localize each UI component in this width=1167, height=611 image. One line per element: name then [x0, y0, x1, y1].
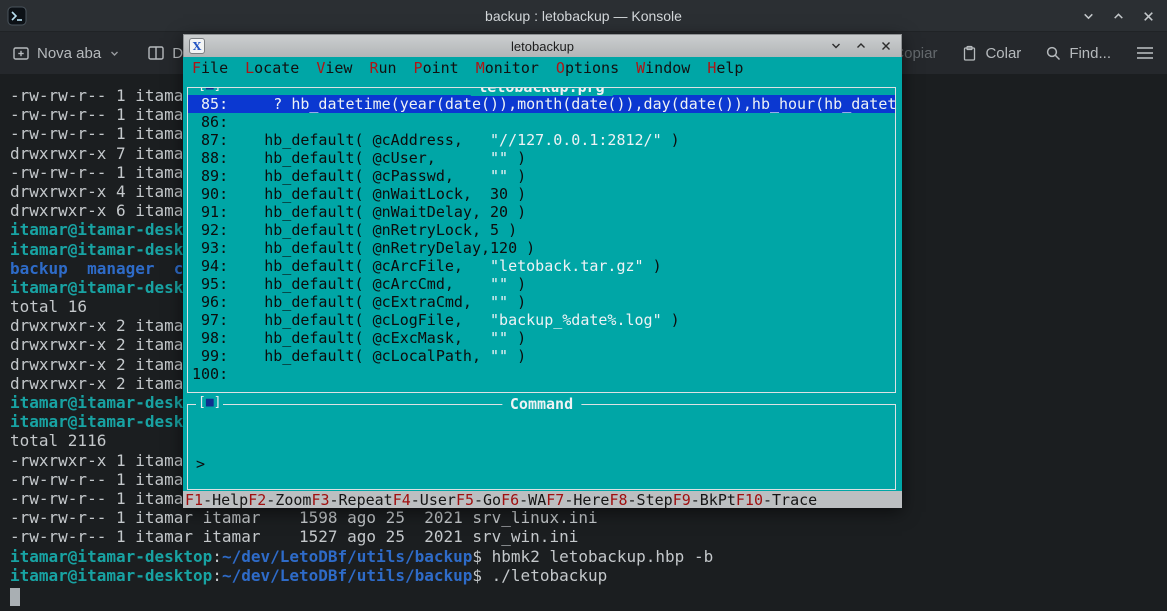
chevron-down-icon: [110, 49, 119, 58]
debugger-minimize-icon[interactable]: [830, 40, 842, 52]
source-line[interactable]: 92: hb_default( @nRetryLock, 5 ): [188, 221, 895, 239]
paste-label: Colar: [985, 45, 1021, 62]
source-line[interactable]: 90: hb_default( @nWaitLock, 30 ): [188, 185, 895, 203]
konsole-titlebar[interactable]: backup : letobackup — Konsole: [0, 0, 1167, 32]
source-line[interactable]: 100:: [188, 365, 895, 383]
debugger-window-title: letobackup: [184, 39, 901, 54]
debugger-client-area: [■] letobackup.prg 85: ? hb_datetime(yea…: [183, 79, 902, 491]
window-title: backup : letobackup — Konsole: [0, 0, 1167, 32]
fkey-f1[interactable]: F1-Help: [185, 491, 248, 508]
split-view-icon: [147, 44, 165, 62]
terminal-line: -rw-rw-r-- 1 itamar itamar 1598 ago 25 2…: [10, 508, 713, 527]
terminal-line: -rw-rw-r-- 1 itamar itamar 1527 ago 25 2…: [10, 527, 713, 546]
fkey-f8[interactable]: F8-Step: [609, 491, 672, 508]
source-line[interactable]: 95: hb_default( @cArcCmd, "" ): [188, 275, 895, 293]
source-code: 85: ? hb_datetime(year(date()),month(dat…: [188, 95, 895, 383]
new-tab-icon: [12, 44, 30, 62]
fkey-f7[interactable]: F7-Here: [546, 491, 609, 508]
menu-monitor[interactable]: Monitor: [476, 59, 539, 77]
source-line[interactable]: 91: hb_default( @nWaitDelay, 20 ): [188, 203, 895, 221]
source-line[interactable]: 88: hb_default( @cUser, "" ): [188, 149, 895, 167]
menu-view[interactable]: View: [316, 59, 352, 77]
terminal-cursor: [10, 588, 20, 606]
source-line[interactable]: 93: hb_default( @nRetryDelay,120 ): [188, 239, 895, 257]
menu-help[interactable]: Help: [707, 59, 743, 77]
source-line[interactable]: 97: hb_default( @cLogFile, "backup_%date…: [188, 311, 895, 329]
fkey-f2[interactable]: F2-Zoom: [248, 491, 311, 508]
paste-button[interactable]: Colar: [961, 45, 1021, 62]
menu-point[interactable]: Point: [414, 59, 459, 77]
menu-run[interactable]: Run: [369, 59, 396, 77]
paste-icon: [961, 45, 978, 62]
menu-options[interactable]: Options: [556, 59, 619, 77]
maximize-icon[interactable]: [1112, 10, 1125, 23]
source-window-title: letobackup.prg: [470, 87, 612, 96]
source-window: [■] letobackup.prg 85: ? hb_datetime(yea…: [187, 87, 896, 393]
command-window-title: Command: [502, 395, 581, 413]
source-line[interactable]: 96: hb_default( @cExtraCmd, "" ): [188, 293, 895, 311]
debugger-menubar: File Locate View Run Point Monitor Options Wind…: [183, 57, 902, 79]
menu-locate[interactable]: Locate: [245, 59, 299, 77]
command-close-widget[interactable]: [■]: [196, 396, 223, 410]
source-line[interactable]: 86:: [188, 113, 895, 131]
menu-window[interactable]: Window: [636, 59, 690, 77]
fkey-f6[interactable]: F6-WA: [501, 491, 546, 508]
command-window: [■] Command >: [187, 404, 896, 490]
source-close-widget[interactable]: [■]: [196, 87, 223, 93]
fkey-f3[interactable]: F3-Repeat: [311, 491, 392, 508]
debugger-close-icon[interactable]: [880, 40, 892, 52]
konsole-window: backup : letobackup — Konsole Nova aba: [0, 0, 1167, 611]
minimize-icon[interactable]: [1082, 10, 1095, 23]
terminal-line: itamar@itamar-desktop:~/dev/LetoDBf/util…: [10, 547, 713, 566]
find-label: Find...: [1069, 45, 1111, 62]
source-line[interactable]: 99: hb_default( @cLocalPath, "" ): [188, 347, 895, 365]
debugger-titlebar[interactable]: X letobackup: [183, 34, 902, 57]
function-key-bar: F1-Help F2-Zoom F3-Repeat F4-User F5-Go …: [183, 491, 902, 508]
source-line[interactable]: 89: hb_default( @cPasswd, "" ): [188, 167, 895, 185]
new-tab-label: Nova aba: [37, 45, 101, 62]
fkey-f10[interactable]: F10-Trace: [736, 491, 817, 508]
fkey-f5[interactable]: F5-Go: [456, 491, 501, 508]
debugger-maximize-icon[interactable]: [855, 40, 867, 52]
source-line[interactable]: 87: hb_default( @cAddress, "//127.0.0.1:…: [188, 131, 895, 149]
debugger-window: X letobackup File Locate View Run Point Monit…: [183, 34, 902, 508]
terminal-line: itamar@itamar-desktop:~/dev/LetoDBf/util…: [10, 566, 713, 585]
command-prompt[interactable]: >: [196, 455, 205, 473]
fkey-f9[interactable]: F9-BkPt: [673, 491, 736, 508]
menu-file[interactable]: File: [192, 59, 228, 77]
hamburger-menu-icon[interactable]: [1135, 45, 1155, 61]
source-line[interactable]: 94: hb_default( @cArcFile, "letoback.tar…: [188, 257, 895, 275]
fkey-f4[interactable]: F4-User: [393, 491, 456, 508]
find-button[interactable]: Find...: [1045, 45, 1111, 62]
new-tab-button[interactable]: Nova aba: [12, 44, 119, 62]
source-line[interactable]: 98: hb_default( @cExcMask, "" ): [188, 329, 895, 347]
search-icon: [1045, 45, 1062, 62]
close-icon[interactable]: [1142, 10, 1155, 23]
source-line-current[interactable]: 85: ? hb_datetime(year(date()),month(dat…: [188, 95, 895, 113]
